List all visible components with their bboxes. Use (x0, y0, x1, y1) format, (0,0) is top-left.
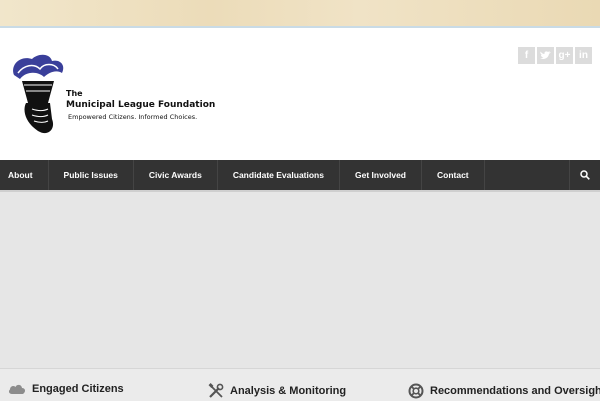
feature-analysis-monitoring: Analysis & Monitoring (208, 383, 346, 399)
social-links: f g+ in (518, 47, 592, 64)
lifebuoy-icon (408, 383, 424, 399)
twitter-icon[interactable] (537, 47, 554, 64)
hero-slider-area (0, 190, 600, 368)
feature-title: Analysis & Monitoring (230, 385, 347, 397)
nav-item-contact[interactable]: Contact (422, 160, 485, 190)
facebook-icon[interactable]: f (518, 47, 535, 64)
feature-engaged-citizens: Engaged Citizens (8, 383, 124, 395)
search-icon (580, 170, 590, 180)
feature-title: Engaged Citizens (32, 383, 124, 395)
nav-item-candidate-evaluations[interactable]: Candidate Evaluations (218, 160, 340, 190)
feature-recommendations-oversight: Recommendations and Oversight (408, 383, 600, 399)
logo-text-the: The (66, 89, 83, 98)
site-logo[interactable]: The Municipal League Foundation Empowere… (8, 51, 215, 141)
logo-tagline: Empowered Citizens. Informed Choices. (68, 113, 198, 121)
linkedin-icon[interactable]: in (575, 47, 592, 64)
site-header: The Municipal League Foundation Empowere… (0, 28, 600, 160)
logo-text-name: Municipal League Foundation (66, 100, 216, 110)
top-banner-strip (0, 0, 600, 28)
nav-item-civic-awards[interactable]: Civic Awards (134, 160, 218, 190)
twitter-bird-icon (540, 51, 551, 59)
cloud-icon (8, 384, 26, 394)
nav-item-get-involved[interactable]: Get Involved (340, 160, 422, 190)
main-navigation: About Public Issues Civic Awards Candida… (0, 160, 600, 190)
google-plus-icon[interactable]: g+ (556, 47, 573, 64)
search-button[interactable] (569, 160, 600, 190)
nav-item-public-issues[interactable]: Public Issues (49, 160, 134, 190)
tools-icon (208, 383, 224, 398)
torch-logo-icon (13, 54, 64, 134)
features-row: Engaged Citizens Analysis & Monitoring R… (0, 368, 600, 401)
nav-item-about[interactable]: About (0, 160, 49, 190)
feature-title: Recommendations and Oversight (430, 385, 600, 397)
